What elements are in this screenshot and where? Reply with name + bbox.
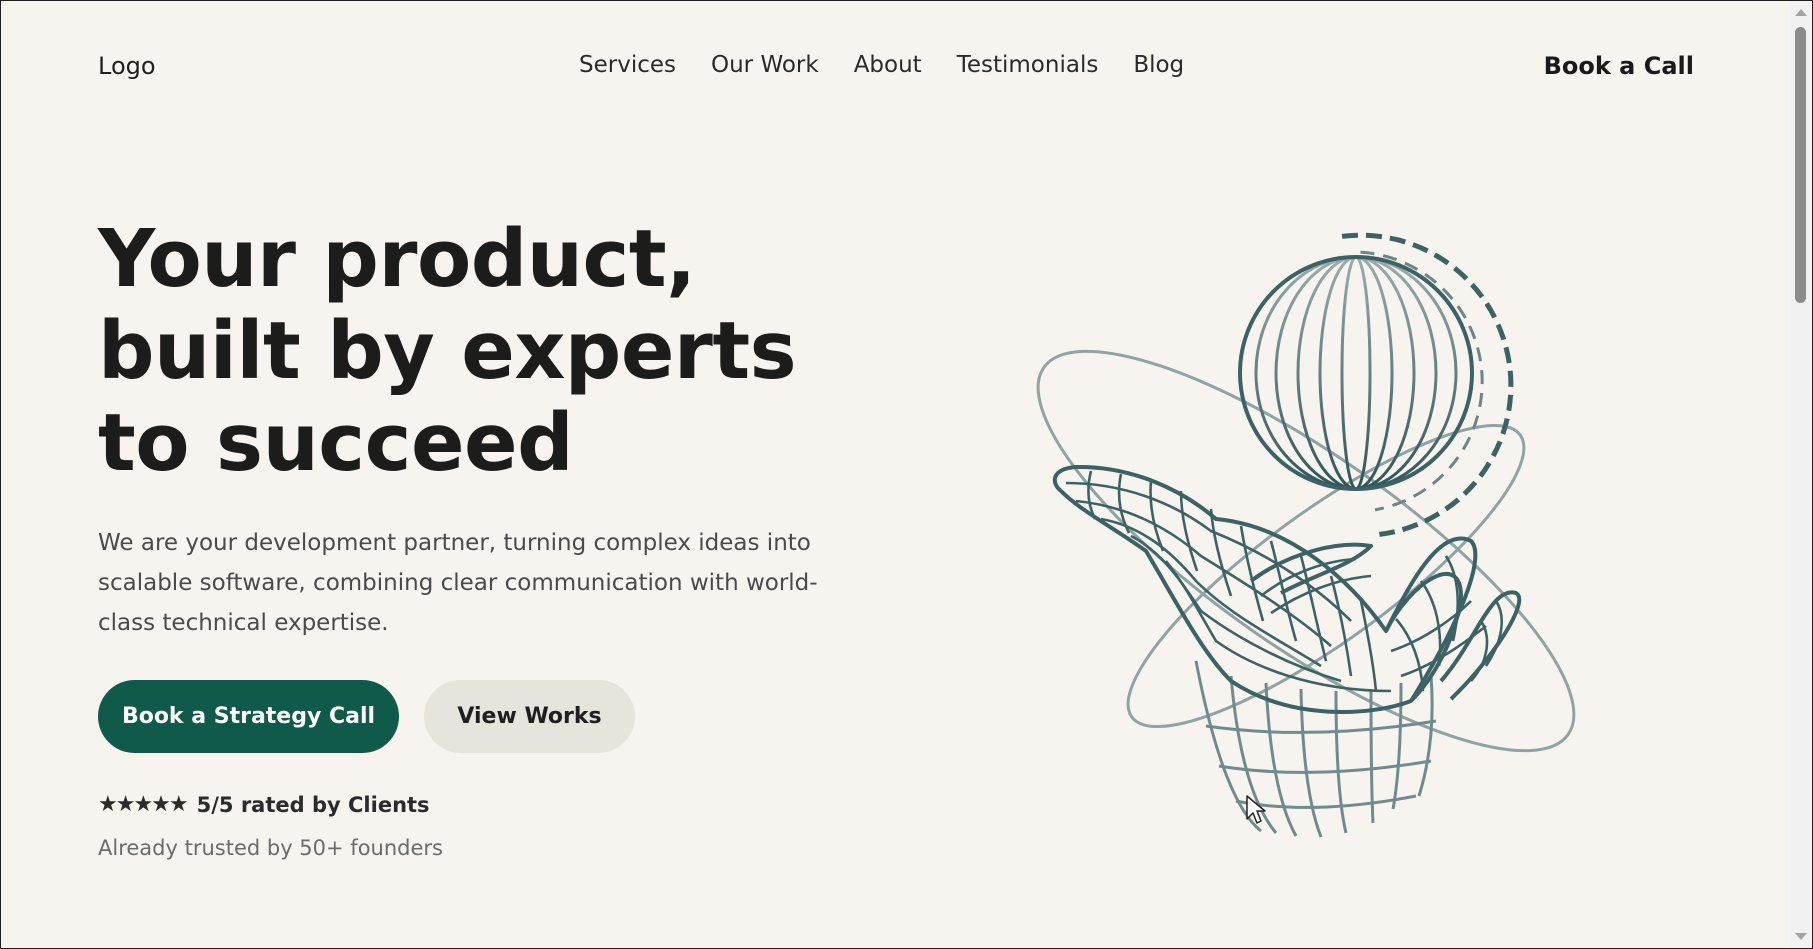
main-nav: Services Our Work About Testimonials Blo… [579, 52, 1184, 78]
mouse-pointer-icon [1246, 795, 1266, 824]
client-rating: ★★★★★ 5/5 rated by Clients [98, 792, 430, 817]
browser-viewport: Logo Services Our Work About Testimonial… [1, 1, 1790, 948]
book-a-call-link[interactable]: Book a Call [1544, 52, 1694, 80]
scrollbar-thumb[interactable] [1795, 27, 1806, 303]
hand-globe-illustration [1036, 232, 1576, 838]
nav-testimonials[interactable]: Testimonials [957, 52, 1099, 78]
book-strategy-call-button[interactable]: Book a Strategy Call [98, 680, 399, 753]
nav-about[interactable]: About [854, 52, 922, 78]
rating-stars-icon: ★★★★★ [98, 792, 189, 817]
vertical-scrollbar[interactable] [1790, 1, 1812, 948]
scroll-up-arrow-icon[interactable] [1795, 9, 1807, 16]
hero-description: We are your development partner, turning… [98, 530, 818, 636]
nav-blog[interactable]: Blog [1133, 52, 1184, 78]
rating-text: 5/5 rated by Clients [196, 792, 430, 817]
site-logo[interactable]: Logo [98, 52, 156, 80]
view-works-button[interactable]: View Works [424, 680, 635, 753]
trusted-by-text: Already trusted by 50+ founders [98, 836, 443, 860]
site-header: Logo Services Our Work About Testimonial… [1, 1, 1790, 136]
nav-our-work[interactable]: Our Work [711, 52, 819, 78]
hero-title: Your product, built by experts to succee… [98, 213, 797, 489]
scroll-down-arrow-icon[interactable] [1795, 933, 1807, 940]
nav-services[interactable]: Services [579, 52, 676, 78]
